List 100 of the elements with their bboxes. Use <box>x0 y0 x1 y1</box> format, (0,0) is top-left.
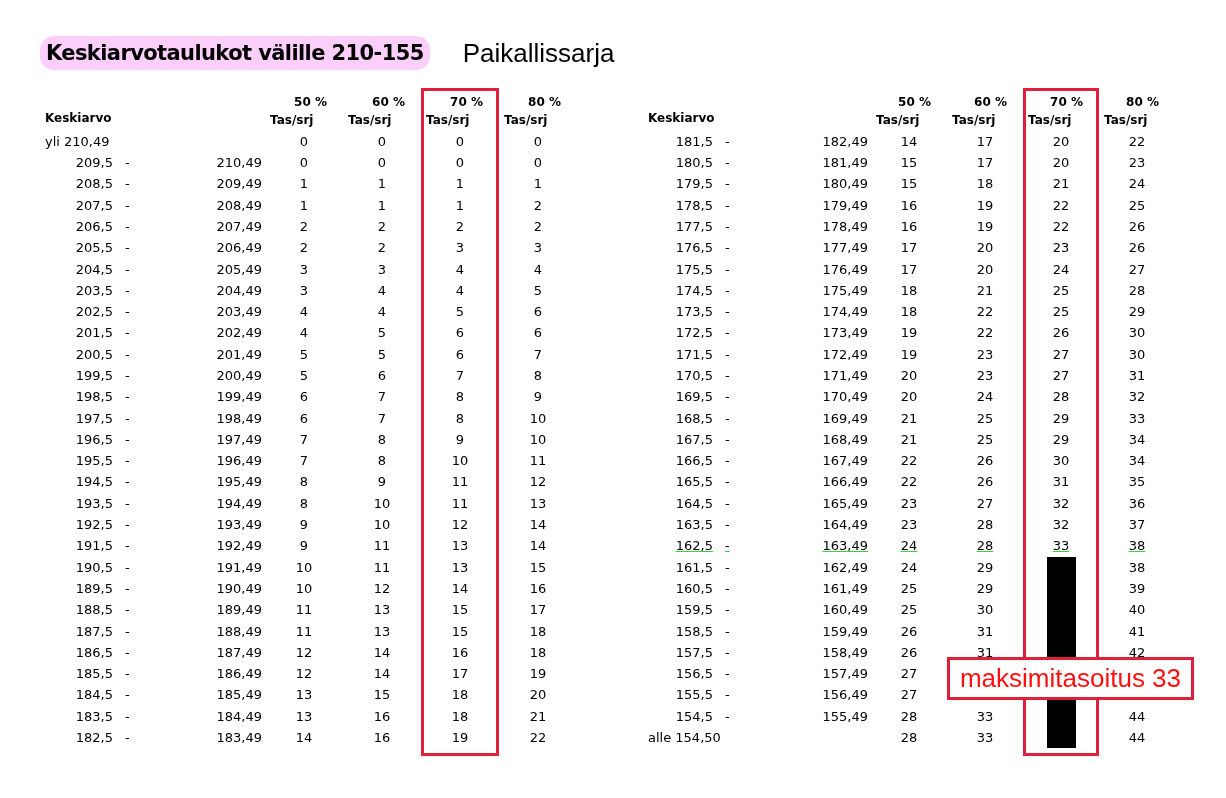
table-cell: 13 <box>373 602 391 618</box>
table-cell: 9 <box>377 474 387 490</box>
table-cell: 14 <box>529 538 547 554</box>
table-cell: 0 <box>455 133 465 149</box>
table-cell: 20 <box>900 368 918 383</box>
table-cell: 8 <box>455 389 465 405</box>
table-cell: 33 <box>1052 538 1070 554</box>
table-cell: 163,49 <box>822 538 868 554</box>
table-cell: 190,49 <box>216 580 262 596</box>
table-cell: 38 <box>1128 538 1146 554</box>
table-cell: 5 <box>455 304 465 320</box>
table-cell: 165,49 <box>822 495 868 511</box>
table-cell: - <box>125 666 130 682</box>
table-cell: 174,49 <box>822 304 868 320</box>
table-cell: 8 <box>299 495 309 511</box>
table-cell: 11 <box>373 559 391 575</box>
table-cell: - <box>125 218 130 234</box>
table-cell: 15 <box>373 687 391 703</box>
table-cell: 156,49 <box>822 687 868 703</box>
page-title: Keskiarvotaulukot välille 210-155 <box>40 36 430 70</box>
table-cell: 23 <box>976 368 994 383</box>
table-cell: 183,49 <box>216 730 262 746</box>
table-cell: 163,5 <box>675 517 713 533</box>
table-cell: 16 <box>529 580 547 596</box>
table-cell: 177,5 <box>675 218 713 234</box>
table-cell: - <box>725 197 730 213</box>
table-cell: - <box>125 474 130 490</box>
table-cell: 30 <box>1052 453 1070 469</box>
table-cell: 38 <box>1128 559 1146 575</box>
table-cell: 189,49 <box>216 602 262 618</box>
table-cell: - <box>125 708 130 724</box>
table-cell: 197,49 <box>216 431 262 447</box>
table-cell: 193,5 <box>75 495 113 511</box>
table-cell: 184,49 <box>216 708 262 724</box>
table-cell: 9 <box>533 389 543 405</box>
table-cell: 7 <box>377 389 387 405</box>
table-cell: 13 <box>529 495 547 511</box>
table-cell: 1 <box>299 197 309 213</box>
table-cell: 2 <box>299 240 309 256</box>
column-header: 50 % <box>293 95 328 110</box>
table-cell: 208,5 <box>75 176 113 192</box>
table-cell: 167,5 <box>675 431 713 447</box>
table-cell: 25 <box>900 602 918 618</box>
table-cell: 202,5 <box>75 304 113 320</box>
table-cell: 3 <box>533 240 543 256</box>
table-cell: - <box>125 623 130 639</box>
table-cell: - <box>125 495 130 511</box>
table-cell: 26 <box>976 474 994 490</box>
table-cell: 203,5 <box>75 282 113 298</box>
table-cell: - <box>125 580 130 596</box>
table-cell: 174,5 <box>675 282 713 298</box>
table-cell: 28 <box>976 538 994 554</box>
table-cell: 25 <box>976 410 994 426</box>
table-cell: 3 <box>299 282 309 298</box>
table-cell: 25 <box>1128 197 1146 213</box>
table-cell: 187,5 <box>75 623 113 639</box>
table-cell: 1 <box>455 176 465 192</box>
table-cell: 166,5 <box>675 453 713 469</box>
table-cell: - <box>125 197 130 213</box>
table-cell: 196,49 <box>216 453 262 469</box>
table-cell: - <box>125 304 130 320</box>
table-cell: - <box>725 368 730 383</box>
table-cell: 33 <box>1128 410 1146 426</box>
table-cell: 13 <box>295 687 313 703</box>
table-cell: 161,5 <box>675 559 713 575</box>
table-cell: 30 <box>976 602 994 618</box>
table-cell: 165,5 <box>675 474 713 490</box>
table-cell: 18 <box>451 687 469 703</box>
table-cell: 154,5 <box>675 708 713 724</box>
table-cell: 14 <box>373 644 391 660</box>
table-cell: - <box>125 389 130 405</box>
table-cell: 25 <box>1052 304 1070 320</box>
table-cell: 25 <box>900 580 918 596</box>
table-cell: - <box>725 389 730 405</box>
table-cell: 23 <box>1052 240 1070 256</box>
table-cell: 16 <box>373 708 391 724</box>
table-cell: 18 <box>529 623 547 639</box>
table-cell: 19 <box>900 325 918 341</box>
table-cell: 2 <box>533 197 543 213</box>
table-cell: 20 <box>1052 133 1070 149</box>
table-cell: 19 <box>451 730 469 746</box>
table-cell: 3 <box>455 240 465 256</box>
table-cell: - <box>125 687 130 703</box>
table-cell: 0 <box>533 155 543 171</box>
table-cell: 167,49 <box>822 453 868 469</box>
table-cell: 21 <box>900 410 918 426</box>
table-cell: 22 <box>976 325 994 341</box>
table-cell: 28 <box>1052 389 1070 405</box>
table-cell: yli 210,49 <box>45 133 110 149</box>
table-cell: 22 <box>900 474 918 490</box>
table-cell: 0 <box>533 133 543 149</box>
table-cell: 177,49 <box>822 240 868 256</box>
table-cell: 181,5 <box>675 133 713 149</box>
table-cell: - <box>725 623 730 639</box>
table-cell: 13 <box>451 559 469 575</box>
table-cell: - <box>725 218 730 234</box>
table-cell: 28 <box>976 517 994 533</box>
table-cell: 17 <box>529 602 547 618</box>
table-cell: 170,49 <box>822 389 868 405</box>
table-cell: 21 <box>976 282 994 298</box>
